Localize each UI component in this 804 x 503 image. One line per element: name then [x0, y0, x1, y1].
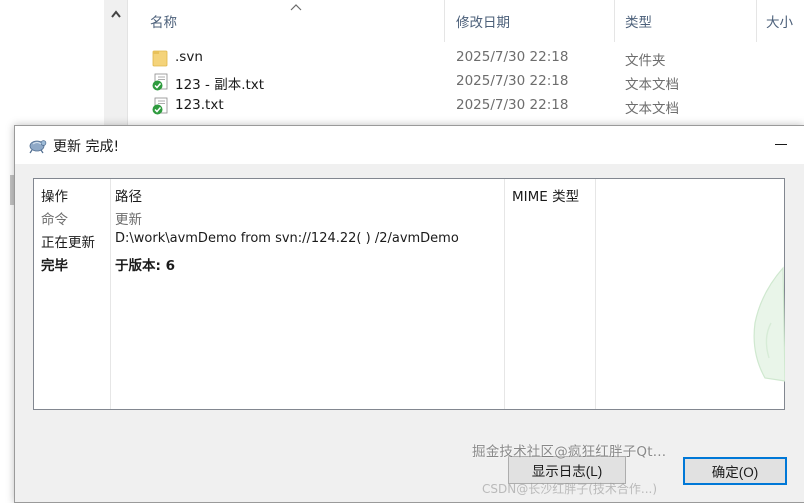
- minimize-button[interactable]: [771, 134, 791, 154]
- row-action: 正在更新: [41, 235, 95, 251]
- path-column: 路径 更新 D:\work\avmDemo from svn://124.22(…: [111, 179, 504, 409]
- file-row-copy-txt[interactable]: 123 - 副本.txt 2025/7/30 22:18 文本文档: [128, 70, 804, 94]
- update-finished-dialog: 更新 完成! 操作 命令 正在更新 完毕 路径 更新 D:\work\avmDe…: [14, 125, 804, 503]
- column-header-path[interactable]: 路径: [115, 185, 142, 205]
- svn-ok-text-file-icon: [152, 97, 168, 115]
- folder-icon: [152, 50, 168, 67]
- column-divider[interactable]: [614, 0, 615, 42]
- file-modified: 2025/7/30 22:18: [456, 73, 569, 89]
- watermark: CSDN@长沙红胖子(技术合作...): [482, 482, 658, 496]
- column-divider[interactable]: [444, 0, 445, 42]
- file-modified: 2025/7/30 22:18: [456, 97, 569, 113]
- action-column: 操作 命令 正在更新 完毕: [34, 179, 110, 409]
- update-results-list[interactable]: 操作 命令 正在更新 完毕 路径 更新 D:\work\avmDemo from…: [33, 178, 785, 410]
- column-header-type[interactable]: 类型: [625, 11, 652, 31]
- file-type: 文本文档: [625, 77, 679, 93]
- column-header-mime[interactable]: MIME 类型: [512, 185, 579, 205]
- row-path: 于版本: 6: [115, 258, 175, 274]
- sort-ascending-icon: [290, 4, 302, 11]
- ok-button[interactable]: 确定(O): [683, 457, 787, 485]
- scroll-up-icon[interactable]: [108, 6, 124, 22]
- row-action: 命令: [41, 212, 68, 228]
- svn-ok-text-file-icon: [152, 73, 168, 91]
- watermark: 掘金技术社区@疯狂红胖子Qt...: [472, 444, 667, 460]
- column-header-size[interactable]: 大小: [766, 11, 793, 31]
- row-path: 更新: [115, 212, 142, 228]
- file-name: 123 - 副本.txt: [175, 77, 265, 93]
- file-modified: 2025/7/30 22:18: [456, 49, 569, 65]
- file-row-svn[interactable]: .svn 2025/7/30 22:18 文件夹: [128, 46, 804, 70]
- column-divider[interactable]: [756, 0, 757, 42]
- column-divider[interactable]: [595, 179, 596, 409]
- row-path: D:\work\avmDemo from svn://124.22( ) /2/…: [115, 231, 459, 246]
- dialog-title: 更新 完成!: [53, 139, 120, 155]
- file-type: 文件夹: [625, 53, 666, 69]
- tortoise-illustration-icon: [753, 266, 785, 382]
- dialog-titlebar[interactable]: 更新 完成!: [15, 126, 804, 164]
- row-action: 完毕: [41, 258, 68, 274]
- explorer-column-header: 名称 修改日期 类型 大小: [128, 0, 804, 42]
- column-header-modified[interactable]: 修改日期: [456, 11, 510, 31]
- column-header-action[interactable]: 操作: [41, 185, 68, 205]
- explorer-scrollbar[interactable]: [104, 0, 128, 130]
- tortoise-svn-icon: [29, 140, 47, 154]
- column-header-name[interactable]: 名称: [150, 11, 177, 31]
- mime-column: MIME 类型: [505, 179, 595, 409]
- minimize-icon: [775, 143, 787, 145]
- file-name: 123.txt: [175, 97, 224, 113]
- file-explorer: 名称 修改日期 类型 大小 .svn 2025/7/30 22:18 文件夹 1…: [0, 0, 804, 130]
- file-name: .svn: [175, 49, 203, 65]
- file-row-txt[interactable]: 123.txt 2025/7/30 22:18 文本文档: [128, 94, 804, 118]
- file-type: 文本文档: [625, 101, 679, 117]
